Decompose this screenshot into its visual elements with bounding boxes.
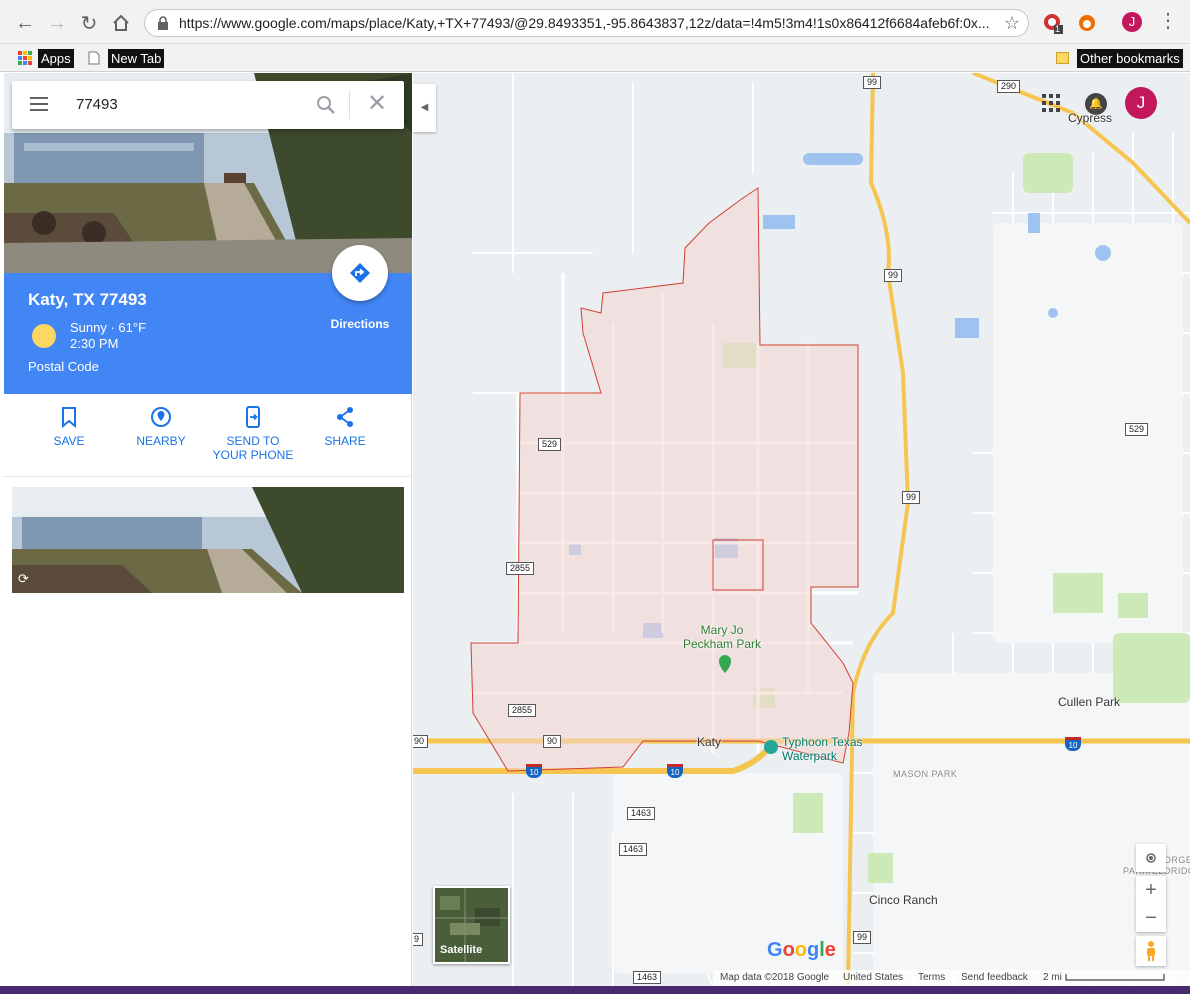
page-icon	[88, 51, 100, 65]
label-cypress[interactable]: Cypress	[1068, 111, 1112, 125]
lock-icon	[158, 16, 168, 30]
my-location-icon[interactable]	[1136, 844, 1166, 872]
send-feedback-link[interactable]: Send feedback	[961, 972, 1028, 983]
map-base	[413, 73, 1190, 986]
satellite-label: Satellite	[440, 944, 483, 956]
nearby-button[interactable]: NEARBY	[116, 406, 206, 448]
route-shield: 99	[902, 491, 921, 504]
route-shield: 1463	[619, 843, 648, 856]
route-shield: 1463	[633, 971, 662, 984]
route-shield: 1463	[627, 807, 656, 820]
collapse-panel-button[interactable]: ◀	[413, 84, 436, 132]
route-shield: 9	[413, 933, 424, 946]
folder-icon	[1056, 52, 1069, 64]
extension-badge: 1	[1055, 24, 1061, 34]
send-to-phone-button[interactable]: SEND TO YOUR PHONE	[208, 406, 298, 462]
place-panel: 77493 ✕ Katy, TX 77493 Sunny · 61°F 2:30…	[4, 73, 412, 986]
forward-icon[interactable]: →	[44, 10, 70, 36]
extension-flame-icon[interactable]	[1076, 12, 1098, 34]
label-katy[interactable]: Katy	[697, 735, 721, 749]
route-shield: 99	[863, 76, 882, 89]
apps-icon	[18, 51, 32, 65]
zoom-controls: + −	[1136, 876, 1166, 932]
location-pin-icon	[151, 407, 171, 427]
more-menu-icon[interactable]: ⋮	[1158, 10, 1178, 34]
directions-label[interactable]: Directions	[314, 317, 406, 331]
google-apps-icon[interactable]	[1042, 94, 1060, 112]
route-shield: 90	[543, 735, 562, 748]
region-link[interactable]: United States	[843, 972, 903, 983]
satellite-layer-toggle[interactable]: Satellite	[433, 886, 510, 964]
zoom-in-button[interactable]: +	[1136, 876, 1166, 904]
label-mason-park[interactable]: MASON PARK	[893, 769, 957, 779]
share-icon	[337, 407, 353, 427]
bookmark-icon	[62, 407, 76, 428]
street-view-thumbnail[interactable]: ⟳	[12, 487, 404, 593]
label-typhoon-texas-waterpark[interactable]: Typhoon Texas Waterpark	[782, 735, 863, 763]
place-title: Katy, TX 77493	[28, 290, 147, 309]
directions-button[interactable]	[332, 245, 388, 301]
bookmark-other[interactable]: Other bookmarks	[1056, 47, 1183, 69]
scale-label[interactable]: 2 mi	[1043, 972, 1062, 983]
weather-text: Sunny · 61°F	[70, 320, 147, 335]
reload-icon[interactable]: ↻	[76, 10, 102, 36]
map-canvas[interactable]: ◀ 🔔 J Cypress Mary Jo Peckham Park Katy …	[413, 73, 1190, 986]
route-shield: 529	[1125, 423, 1149, 436]
weather-info: Sunny · 61°F 2:30 PM	[70, 320, 146, 352]
interstate-shield: 10	[1065, 737, 1081, 751]
route-shield: 99	[853, 931, 872, 944]
bookmark-apps[interactable]: Apps	[18, 47, 74, 69]
action-bar: SAVE NEARBY SEND TO YOUR PHONE SHARE	[4, 394, 412, 477]
route-shield: 2855	[508, 704, 537, 717]
interstate-shield: 10	[667, 764, 683, 778]
label-cullen-park[interactable]: Cullen Park	[1058, 695, 1120, 709]
share-button[interactable]: SHARE	[300, 406, 390, 448]
sunny-weather-icon	[32, 324, 56, 348]
label-mary-jo-peckham-park[interactable]: Mary Jo Peckham Park	[683, 623, 761, 651]
place-type: Postal Code	[28, 359, 99, 374]
profile-avatar[interactable]: J	[1122, 12, 1142, 32]
terms-link[interactable]: Terms	[918, 972, 945, 983]
search-box[interactable]: 77493 ✕	[12, 81, 404, 129]
search-input[interactable]: 77493	[76, 96, 118, 113]
bookmark-new-tab[interactable]: New Tab	[88, 47, 165, 69]
browser-window: ← → ↻ https://www.google.com/maps/place/…	[0, 0, 1190, 994]
zoom-out-button[interactable]: −	[1136, 904, 1166, 932]
clear-search-icon[interactable]: ✕	[367, 90, 387, 118]
map-attribution: Map data ©2018 Google	[720, 972, 830, 983]
route-shield: 2855	[506, 562, 535, 575]
send-to-phone-icon	[246, 406, 260, 428]
home-icon[interactable]	[108, 10, 134, 36]
account-avatar[interactable]: J	[1125, 87, 1157, 119]
bookmarks-bar: Apps New Tab Other bookmarks	[0, 44, 1190, 72]
bookmark-star-icon[interactable]: ☆	[1004, 13, 1020, 34]
url-text: https://www.google.com/maps/place/Katy,+…	[179, 15, 989, 31]
route-shield: 290	[997, 80, 1021, 93]
search-icon[interactable]	[314, 93, 338, 117]
street-view-360-icon: ⟳	[18, 571, 29, 586]
search-divider	[349, 91, 350, 119]
save-button[interactable]: SAVE	[24, 406, 114, 448]
route-shield: 529	[538, 438, 562, 451]
route-shield: 99	[884, 269, 903, 282]
map-footer: Map data ©2018 Google United States Term…	[713, 970, 1190, 986]
browser-toolbar: ← → ↻ https://www.google.com/maps/place/…	[0, 0, 1190, 44]
menu-icon[interactable]	[30, 97, 48, 111]
back-icon[interactable]: ←	[12, 10, 38, 36]
label-cinco-ranch[interactable]: Cinco Ranch	[869, 893, 938, 907]
google-logo: Google	[767, 939, 836, 961]
local-time: 2:30 PM	[70, 336, 119, 351]
route-shield: 90	[413, 735, 429, 748]
scale-bar	[1065, 974, 1165, 981]
directions-icon	[350, 263, 370, 283]
interstate-shield: 10	[526, 764, 542, 778]
pegman-icon[interactable]	[1136, 936, 1166, 966]
address-bar[interactable]: https://www.google.com/maps/place/Katy,+…	[144, 9, 1029, 37]
extension-shield-icon[interactable]	[1042, 12, 1064, 34]
